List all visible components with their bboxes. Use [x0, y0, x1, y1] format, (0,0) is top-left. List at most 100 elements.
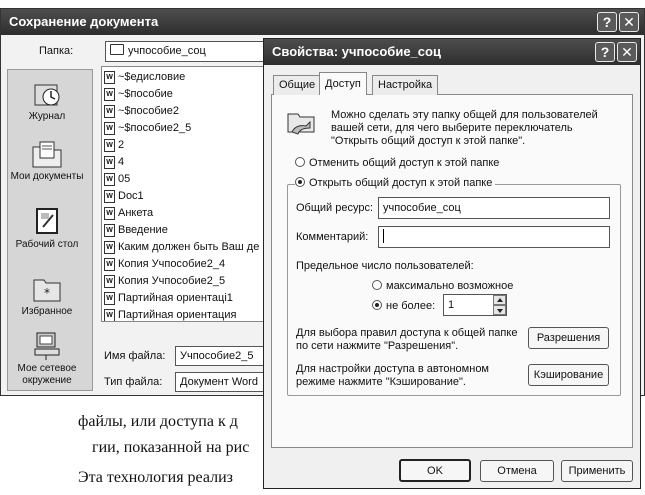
place-favorites-label: Избранное — [21, 306, 73, 317]
comment-input[interactable] — [378, 226, 610, 248]
favorites-icon: * — [31, 274, 63, 304]
list-item[interactable]: W ~$пособие — [104, 86, 270, 103]
apply-button[interactable]: Применить — [561, 460, 633, 482]
word-doc-icon: W — [104, 258, 115, 271]
word-doc-icon: W — [104, 224, 115, 237]
caching-text: Для настройки доступа в автономном режим… — [296, 363, 489, 388]
word-doc-icon: W — [104, 173, 115, 186]
radio-unshare[interactable]: Отменить общий доступ к этой папке — [295, 157, 499, 169]
document-line-2: гии, показанной на рис — [92, 439, 250, 456]
place-my-documents[interactable]: Мои документы — [7, 139, 87, 182]
permissions-button[interactable]: Разрешения — [528, 327, 609, 349]
word-doc-icon: W — [104, 241, 115, 254]
save-dialog-close-button[interactable]: ✕ — [619, 12, 639, 32]
list-item[interactable]: W Введение — [104, 222, 270, 239]
save-dialog-title: Сохранение документа — [9, 14, 159, 29]
folder-label: Папка: — [39, 45, 74, 57]
comment-label: Комментарий: — [296, 231, 369, 243]
filename-label: Имя файла: — [104, 350, 166, 362]
list-item[interactable]: W Партийная ориентаці1 — [104, 290, 270, 307]
document-line-1: файлы, или доступа к д — [78, 413, 238, 430]
folder-select[interactable]: учпособие_соц — [105, 41, 265, 62]
share-name-input[interactable]: учпособие_соц — [378, 197, 610, 219]
word-doc-icon: W — [104, 88, 115, 101]
place-network[interactable]: Мое сетевое окружение — [7, 331, 87, 387]
ok-button[interactable]: OK — [399, 459, 471, 482]
shared-folder-icon — [286, 106, 320, 136]
list-item[interactable]: W4 — [104, 154, 270, 171]
word-doc-icon: W — [104, 156, 115, 169]
radio-share[interactable]: Открыть общий доступ к этой папке — [295, 177, 496, 189]
filetype-select[interactable]: Документ Word — [175, 372, 271, 392]
word-doc-icon: W — [104, 190, 115, 203]
list-item[interactable]: W ~$едисловие — [104, 69, 270, 86]
chevron-up-icon — [497, 298, 503, 302]
filetype-label: Тип файла: — [104, 376, 163, 388]
radio-max-users-control[interactable] — [372, 280, 382, 290]
folder-select-value: учпособие_соц — [128, 45, 206, 57]
radio-no-more[interactable]: не более: — [372, 300, 435, 312]
list-item[interactable]: W Копия Учпособие2_5 — [104, 273, 270, 290]
my-documents-icon — [31, 139, 63, 169]
list-item[interactable]: W Doc1 — [104, 188, 270, 205]
properties-title: Свойства: учпособие_соц — [272, 44, 441, 59]
word-doc-icon: W — [104, 71, 115, 84]
place-history[interactable]: Журнал — [7, 79, 87, 122]
text-cursor — [383, 229, 384, 243]
save-dialog-help-button[interactable]: ? — [597, 12, 617, 32]
place-desktop[interactable]: Рабочий стол — [7, 207, 87, 250]
user-count-value: 1 — [448, 299, 455, 311]
list-item[interactable]: W2 — [104, 137, 270, 154]
word-doc-icon: W — [104, 122, 115, 135]
list-item[interactable]: W Копия Учпособие2_4 — [104, 256, 270, 273]
radio-no-more-control[interactable] — [372, 300, 382, 310]
network-icon — [31, 331, 63, 361]
properties-titlebar: Свойства: учпособие_соц — [264, 39, 640, 65]
sharing-description: Можно сделать эту папку общей для пользо… — [331, 109, 598, 147]
save-dialog-titlebar: Сохранение документа — [1, 9, 644, 35]
svg-text:*: * — [44, 286, 50, 300]
list-item[interactable]: W Анкета — [104, 205, 270, 222]
word-doc-icon: W — [104, 105, 115, 118]
place-desktop-label: Рабочий стол — [15, 239, 79, 250]
chevron-down-icon — [497, 309, 503, 313]
caching-button[interactable]: Кэширование — [528, 364, 609, 386]
stepper-up-button[interactable] — [493, 295, 506, 305]
place-network-label: Мое сетевое окружение — [17, 363, 77, 386]
radio-max-users[interactable]: максимально возможное — [372, 280, 513, 292]
cancel-button[interactable]: Отмена — [480, 460, 554, 482]
tab-customize[interactable]: Настройка — [372, 75, 439, 95]
place-my-documents-label: Мои документы — [10, 171, 84, 182]
document-line-3: Эта технология реализ — [78, 469, 233, 486]
list-item[interactable]: W ~$пособие2_5 — [104, 120, 270, 137]
user-limit-label: Предельное число пользователей: — [296, 260, 474, 272]
folder-icon — [110, 44, 124, 55]
tab-sharing[interactable]: Доступ — [319, 72, 367, 95]
list-item[interactable]: W Партийная ориентация — [104, 307, 270, 321]
permissions-text: Для выбора правил доступа к общей папке … — [296, 327, 518, 352]
file-list[interactable]: W ~$едисловие W ~$пособие W ~$пособие2 W ~$п… — [101, 66, 271, 322]
share-name-label: Общий ресурс: — [296, 202, 374, 214]
radio-no-more-label: не более: — [386, 300, 436, 312]
place-favorites[interactable]: * Избранное — [7, 274, 87, 317]
radio-unshare-control[interactable] — [295, 157, 305, 167]
desktop-icon — [31, 207, 63, 237]
list-item[interactable]: W ~$пособие2 — [104, 103, 270, 120]
radio-share-control[interactable] — [295, 177, 305, 187]
list-item[interactable]: W Каким должен быть Ваш де — [104, 239, 270, 256]
word-doc-icon: W — [104, 292, 115, 305]
place-history-label: Журнал — [28, 111, 66, 122]
radio-share-label: Открыть общий доступ к этой папке — [309, 177, 493, 189]
filename-input[interactable]: Учпособие2_5 — [175, 346, 271, 366]
list-item[interactable]: W 05 — [104, 171, 270, 188]
properties-help-button[interactable]: ? — [595, 42, 615, 62]
word-doc-icon: W — [104, 139, 115, 152]
properties-close-button[interactable]: ✕ — [617, 42, 637, 62]
radio-max-users-label: максимально возможное — [386, 280, 514, 292]
radio-unshare-label: Отменить общий доступ к этой папке — [309, 157, 500, 169]
word-doc-icon: W — [104, 275, 115, 288]
history-icon — [31, 79, 63, 109]
word-doc-icon: W — [104, 309, 115, 321]
stepper-down-button[interactable] — [493, 305, 506, 315]
tab-general[interactable]: Общие — [273, 75, 322, 95]
